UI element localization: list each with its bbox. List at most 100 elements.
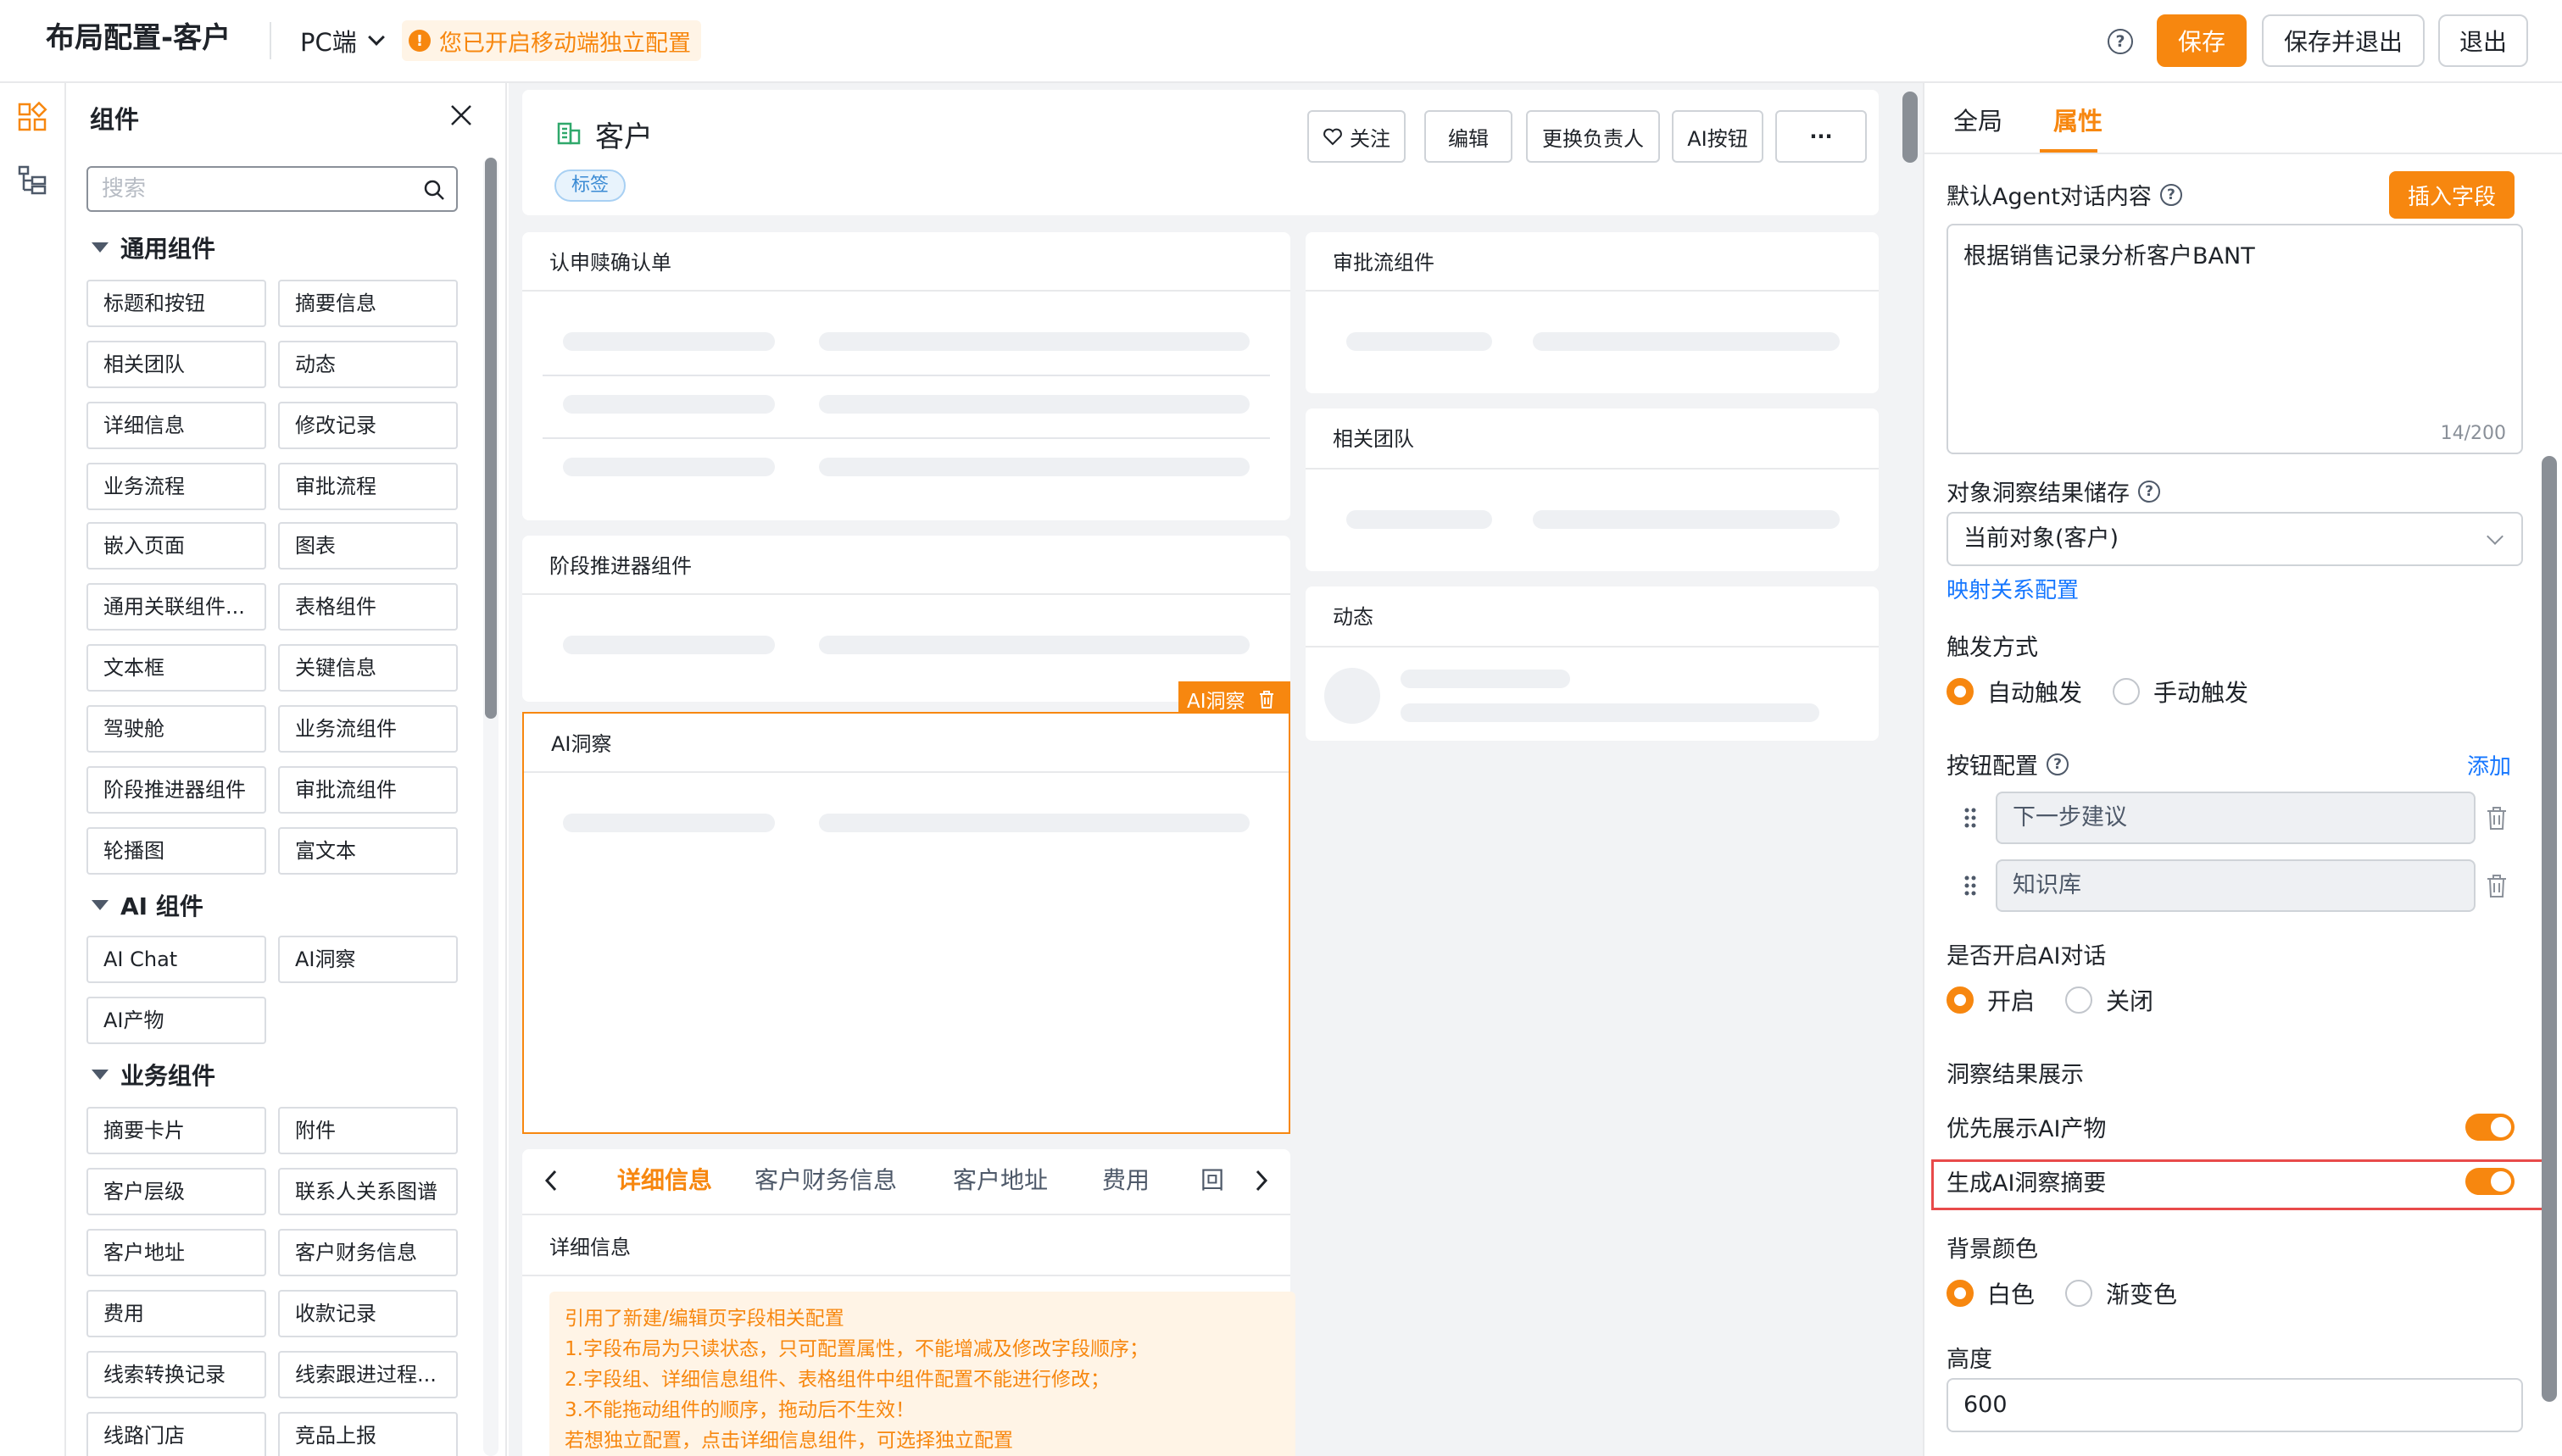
tab-properties[interactable]: 属性 xyxy=(2053,102,2103,137)
component-chart[interactable]: 图表 xyxy=(278,522,458,570)
tab-truncated[interactable]: 回 xyxy=(1200,1149,1224,1212)
prefer-artifact-toggle[interactable] xyxy=(2465,1114,2515,1141)
skeleton-bar xyxy=(819,395,1250,414)
close-icon[interactable] xyxy=(446,100,476,131)
components-icon[interactable] xyxy=(17,102,47,132)
component-customer-level[interactable]: 客户层级 xyxy=(86,1168,266,1215)
related-team-card[interactable]: 相关团队 xyxy=(1306,408,1879,571)
help-icon[interactable]: ? xyxy=(2159,183,2182,206)
component-lead-conversion[interactable]: 线索转换记录 xyxy=(86,1351,266,1398)
component-embed-page[interactable]: 嵌入页面 xyxy=(86,522,266,570)
insert-field-button[interactable]: 插入字段 xyxy=(2389,171,2515,219)
component-payment-record[interactable]: 收款记录 xyxy=(278,1290,458,1337)
component-lead-followup[interactable]: 线索跟进过程... xyxy=(278,1351,458,1398)
exit-button[interactable]: 退出 xyxy=(2438,14,2528,67)
edit-button[interactable]: 编辑 xyxy=(1424,110,1512,163)
component-summary-card[interactable]: 摘要卡片 xyxy=(86,1107,266,1154)
canvas-scrollbar[interactable] xyxy=(1902,92,1918,163)
component-business-flow[interactable]: 业务流组件 xyxy=(278,705,458,753)
component-contact-graph[interactable]: 联系人关系图谱 xyxy=(278,1168,458,1215)
trigger-radio-group: 自动触发 手动触发 xyxy=(1947,675,2279,709)
component-change-log[interactable]: 修改记录 xyxy=(278,402,458,449)
tab-global[interactable]: 全局 xyxy=(1953,102,2002,137)
component-ai-chat[interactable]: AI Chat xyxy=(86,936,266,983)
tab-expense[interactable]: 费用 xyxy=(1102,1149,1150,1212)
search-input[interactable] xyxy=(102,168,407,210)
group-header-general[interactable]: 通用组件 xyxy=(92,231,215,264)
component-carousel[interactable]: 轮播图 xyxy=(86,827,266,875)
activity-card[interactable]: 动态 xyxy=(1306,586,1879,741)
component-rich-text[interactable]: 富文本 xyxy=(278,827,458,875)
component-cockpit[interactable]: 驾驶舱 xyxy=(86,705,266,753)
component-approval-flow[interactable]: 审批流组件 xyxy=(278,766,458,814)
button-item-knowledge-base[interactable]: 知识库 xyxy=(1996,859,2476,912)
title-buttons-card[interactable]: 客户 标签 关注 编辑 更换负责人 AI按钮 ··· xyxy=(522,90,1879,215)
radio-bg-white[interactable]: 白色 xyxy=(1947,1276,2035,1310)
component-ai-insight[interactable]: AI洞察 xyxy=(278,936,458,983)
delete-icon[interactable] xyxy=(1257,689,1276,709)
component-scrollbar[interactable] xyxy=(485,158,497,719)
drag-handle-icon[interactable] xyxy=(1962,873,1979,898)
component-customer-address[interactable]: 客户地址 xyxy=(86,1229,266,1276)
button-item-next-step[interactable]: 下一步建议 xyxy=(1996,792,2476,844)
component-related-team[interactable]: 相关团队 xyxy=(86,341,266,388)
help-icon[interactable]: ? xyxy=(2138,480,2160,503)
search-icon[interactable] xyxy=(422,178,446,202)
save-and-exit-button[interactable]: 保存并退出 xyxy=(2262,14,2425,67)
tab-customer-finance[interactable]: 客户财务信息 xyxy=(755,1149,897,1212)
component-generic-relation[interactable]: 通用关联组件... xyxy=(86,583,266,631)
radio-bg-gradient[interactable]: 渐变色 xyxy=(2065,1276,2177,1310)
ai-insight-card[interactable]: AI洞察 xyxy=(522,712,1290,1134)
radio-auto-trigger[interactable]: 自动触发 xyxy=(1947,675,2082,709)
group-header-ai[interactable]: AI 组件 xyxy=(92,888,203,922)
save-button[interactable]: 保存 xyxy=(2157,14,2247,67)
chevron-left-icon[interactable] xyxy=(541,1168,561,1193)
radio-disable-ai-chat[interactable]: 关闭 xyxy=(2065,983,2153,1017)
drag-handle-icon[interactable] xyxy=(1962,805,1979,831)
follow-button[interactable]: 关注 xyxy=(1307,110,1406,163)
component-search[interactable] xyxy=(86,166,458,212)
component-competitor-report[interactable]: 竞品上报 xyxy=(278,1412,458,1456)
mapping-config-link[interactable]: 映射关系配置 xyxy=(1947,573,2079,604)
ai-button[interactable]: AI按钮 xyxy=(1672,110,1763,163)
component-detail-info[interactable]: 详细信息 xyxy=(86,402,266,449)
generate-summary-toggle[interactable] xyxy=(2465,1168,2515,1195)
group-header-business[interactable]: 业务组件 xyxy=(92,1058,215,1092)
component-table[interactable]: 表格组件 xyxy=(278,583,458,631)
component-ai-artifact[interactable]: AI产物 xyxy=(86,997,266,1044)
storage-select[interactable]: 当前对象(客户) xyxy=(1947,512,2523,566)
change-owner-button[interactable]: 更换负责人 xyxy=(1526,110,1660,163)
component-route-stores[interactable]: 线路门店 xyxy=(86,1412,266,1456)
component-approval-process[interactable]: 审批流程 xyxy=(278,463,458,510)
component-key-info[interactable]: 关键信息 xyxy=(278,644,458,692)
component-attachment[interactable]: 附件 xyxy=(278,1107,458,1154)
agent-content-textarea[interactable]: 根据销售记录分析客户BANT 14/200 xyxy=(1947,224,2523,454)
approval-flow-card[interactable]: 审批流组件 xyxy=(1306,232,1879,393)
radio-manual-trigger[interactable]: 手动触发 xyxy=(2113,675,2248,709)
radio-enable-ai-chat[interactable]: 开启 xyxy=(1947,983,2035,1017)
more-button[interactable]: ··· xyxy=(1775,110,1867,163)
tab-customer-address[interactable]: 客户地址 xyxy=(953,1149,1048,1212)
help-icon[interactable]: ? xyxy=(2108,29,2133,54)
component-expense[interactable]: 费用 xyxy=(86,1290,266,1337)
add-button-link[interactable]: 添加 xyxy=(2467,749,2511,781)
component-text-box[interactable]: 文本框 xyxy=(86,644,266,692)
component-customer-finance[interactable]: 客户财务信息 xyxy=(278,1229,458,1276)
chevron-right-icon[interactable] xyxy=(1251,1168,1272,1193)
component-business-process[interactable]: 业务流程 xyxy=(86,463,266,510)
properties-scrollbar[interactable] xyxy=(2542,456,2557,1402)
tab-detail-info[interactable]: 详细信息 xyxy=(617,1149,712,1212)
component-stage-advancer[interactable]: 阶段推进器组件 xyxy=(86,766,266,814)
confirm-slip-card[interactable]: 认申赎确认单 xyxy=(522,232,1290,520)
trash-icon[interactable] xyxy=(2482,803,2511,832)
component-summary-info[interactable]: 摘要信息 xyxy=(278,280,458,327)
component-title-buttons[interactable]: 标题和按钮 xyxy=(86,280,266,327)
trash-icon[interactable] xyxy=(2482,871,2511,900)
detail-tabs-card[interactable]: 详细信息 客户财务信息 客户地址 费用 回 详细信息 引用了新建/编辑页字段相关… xyxy=(522,1149,1295,1456)
help-icon[interactable]: ? xyxy=(2047,753,2069,775)
platform-dropdown[interactable]: PC端 xyxy=(300,20,385,61)
height-input[interactable]: 600 xyxy=(1947,1378,2523,1432)
outline-tree-icon[interactable] xyxy=(17,164,47,195)
component-activity[interactable]: 动态 xyxy=(278,341,458,388)
stage-advancer-card[interactable]: 阶段推进器组件 xyxy=(522,536,1290,702)
